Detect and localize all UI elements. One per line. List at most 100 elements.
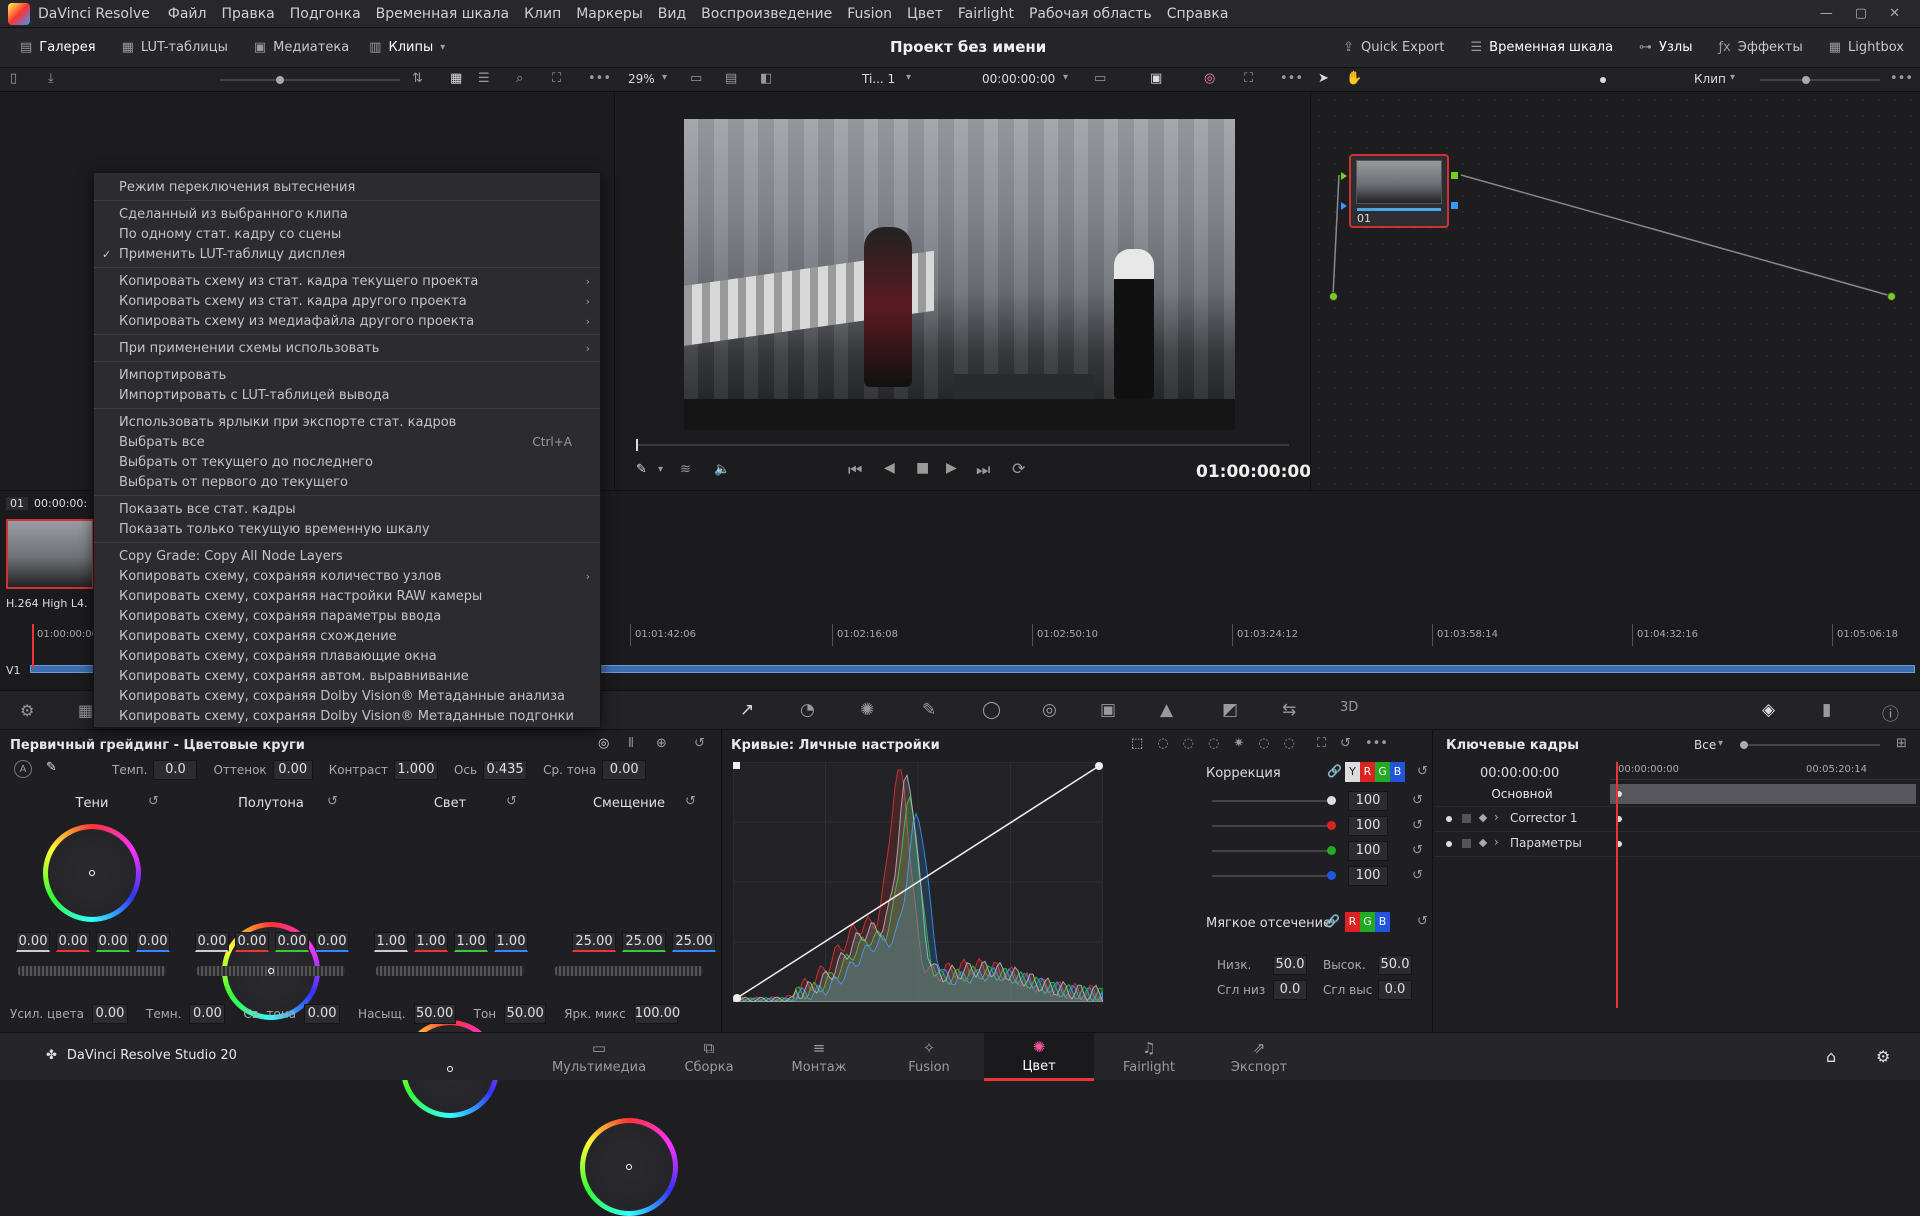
playhead[interactable] (32, 624, 34, 668)
page-tab[interactable]: ♫ Fairlight (1094, 1033, 1204, 1081)
high-input[interactable]: 50.0 (1378, 955, 1412, 975)
param-input[interactable]: 50.00 (504, 1004, 547, 1024)
slider-knob[interactable] (1327, 795, 1336, 805)
keyframes-zoom-slider[interactable] (1740, 741, 1880, 749)
picker-chevron-icon[interactable]: ▾ (658, 464, 663, 475)
channel-intensity-input[interactable]: 100 (1348, 865, 1388, 886)
context-menu-item[interactable]: Импортировать (94, 365, 600, 385)
keyframe-dot-icon[interactable] (1446, 816, 1452, 822)
channel-toggle[interactable]: B (1390, 762, 1405, 782)
zoom-chevron-icon[interactable]: ▾ (662, 72, 667, 83)
sort-icon[interactable]: ⇅ (412, 71, 423, 86)
param-input[interactable]: 0.00 (304, 1004, 341, 1024)
blur-icon[interactable]: ▲ (1160, 700, 1173, 720)
channel-reset-icon[interactable]: ↺ (1412, 793, 1423, 808)
wheel-value-input[interactable]: 0.00 (136, 932, 170, 952)
sat-vs-lum-icon[interactable]: ◌ (1284, 736, 1295, 751)
timeline-select[interactable]: Ti... 1 (862, 72, 895, 86)
compare-icon[interactable]: ◧ (760, 71, 772, 86)
lightbox-button[interactable]: ▦ Lightbox (1829, 40, 1904, 55)
output-dot[interactable] (1887, 292, 1896, 301)
curves-more-icon[interactable]: ••• (1365, 736, 1388, 751)
param-input[interactable]: 0.435 (483, 760, 528, 780)
nodes-button[interactable]: ⊶ Узлы (1639, 40, 1692, 55)
context-menu-item[interactable]: При применении схемы использовать › (94, 338, 600, 358)
wheel-value-input[interactable]: 1.00 (494, 932, 528, 952)
keyframe-row[interactable]: › Параметры (1434, 832, 1920, 857)
volume-icon[interactable]: 🔈 (714, 462, 730, 477)
curves-palette-icon[interactable]: ↗ (740, 700, 754, 720)
context-menu-item[interactable]: Копировать схему из стат. кадра текущего… (94, 271, 600, 291)
context-menu-item[interactable]: Копировать схему, сохраняя схождение (94, 626, 600, 646)
keyframes-ruler[interactable]: 00:00:00:00 00:05:20:14 (1610, 762, 1920, 780)
wheel-handle[interactable] (626, 1164, 632, 1170)
menu-item[interactable]: Fusion (847, 6, 892, 22)
split-view-icon[interactable]: ▭ (690, 71, 702, 86)
curves-reset-icon[interactable]: ↺ (1340, 736, 1351, 751)
luts-button[interactable]: ▦ LUT-таблицы (122, 40, 228, 55)
high-soft-input[interactable]: 0.0 (1378, 980, 1412, 1000)
param-input[interactable]: 50.00 (413, 1004, 456, 1024)
menu-item[interactable]: Правка (221, 6, 274, 22)
page-tab[interactable]: ✺ Цвет (984, 1033, 1094, 1081)
wheel-value-input[interactable]: 0.00 (195, 932, 229, 952)
soft-clip-toggle[interactable]: R (1345, 912, 1360, 932)
more-options-icon[interactable]: ••• (588, 71, 611, 86)
param-input[interactable]: 0.00 (189, 1004, 226, 1024)
context-menu-item[interactable]: Режим переключения вытеснения (94, 177, 600, 197)
menu-item[interactable]: Fairlight (958, 6, 1014, 22)
gallery-zoom-slider[interactable] (220, 76, 400, 84)
soft-clip-toggle[interactable]: G (1360, 912, 1375, 932)
wheel-value-input[interactable]: 1.00 (414, 932, 448, 952)
keyframe-dot-icon[interactable] (1446, 841, 1452, 847)
fullscreen-icon[interactable]: ⛶ (552, 71, 561, 86)
node-01[interactable]: 01 (1349, 154, 1449, 228)
param-input[interactable]: 1.000 (393, 760, 438, 780)
timeline-button[interactable]: ☰ Временная шкала (1471, 40, 1614, 55)
channel-intensity-input[interactable]: 100 (1348, 815, 1388, 836)
context-menu-item[interactable]: Сделанный из выбранного клипа (94, 204, 600, 224)
wheel-value-input[interactable]: 0.00 (235, 932, 269, 952)
context-menu-item[interactable]: ✓ Применить LUT-таблицу дисплея (94, 244, 600, 264)
low-input[interactable]: 50.0 (1273, 955, 1307, 975)
list-view-icon[interactable]: ☰ (478, 71, 490, 86)
channel-intensity-slider[interactable] (1212, 795, 1336, 805)
hue-vs-hue-icon[interactable]: ◌ (1157, 736, 1168, 751)
keyframe-lock-icon[interactable] (1462, 814, 1471, 823)
context-menu-item[interactable]: Copy Grade: Copy All Node Layers (94, 546, 600, 566)
node-output-alpha[interactable] (1451, 202, 1458, 209)
color-match-icon[interactable]: ▦ (78, 701, 93, 720)
clips-button[interactable]: ▥ Клипы ▾ (369, 40, 445, 55)
wheel-reset-icon[interactable]: ↺ (685, 794, 696, 809)
wheel-value-input[interactable]: 0.00 (315, 932, 349, 952)
context-menu-item[interactable]: Использовать ярлыки при экспорте стат. к… (94, 412, 600, 432)
wheel-value-input[interactable]: 25.00 (672, 932, 716, 952)
scopes-icon[interactable]: ▮ (1822, 700, 1831, 720)
expand-chevron-icon[interactable]: › (1494, 810, 1499, 824)
param-input[interactable]: 0.00 (272, 760, 313, 780)
context-menu-item[interactable]: Показать только текущую временную шкалу (94, 519, 600, 539)
camera-raw-icon[interactable]: ⚙ (20, 701, 34, 720)
page-tab[interactable]: ▭ Мультимедиа (544, 1033, 654, 1081)
context-menu-item[interactable]: Копировать схему, сохраняя параметры вво… (94, 606, 600, 626)
sat-vs-sat-icon[interactable]: ◌ (1258, 736, 1269, 751)
channel-toggle[interactable]: G (1375, 762, 1390, 782)
keyframe-row[interactable]: › Corrector 1 (1434, 807, 1920, 832)
grid-view-icon[interactable]: ▦ (450, 71, 462, 86)
window-icon[interactable]: ◯ (982, 700, 1001, 720)
layers-icon[interactable]: ≋ (680, 462, 691, 477)
picker-balance-icon[interactable]: ✎ (46, 760, 57, 775)
context-menu-item[interactable]: По одному стат. кадру со сцены (94, 224, 600, 244)
keyframes-filter-select[interactable]: Все (1694, 738, 1716, 752)
expand-chevron-icon[interactable]: › (1494, 835, 1499, 849)
display-icon[interactable]: ▣ (1150, 71, 1162, 86)
channel-intensity-slider[interactable] (1212, 820, 1336, 830)
wheel-value-input[interactable]: 0.00 (56, 932, 90, 952)
wheel-value-input[interactable]: 0.00 (275, 932, 309, 952)
zoom-select[interactable]: 29% (628, 72, 655, 86)
bars-mode-icon[interactable]: ⦀ (628, 736, 634, 751)
menu-item[interactable]: Рабочая область (1029, 6, 1152, 22)
color-warper-icon[interactable]: ◔ (800, 700, 815, 720)
auto-balance-icon[interactable]: A (14, 760, 32, 778)
context-menu-item[interactable]: Выбрать все Ctrl+A (94, 432, 600, 452)
